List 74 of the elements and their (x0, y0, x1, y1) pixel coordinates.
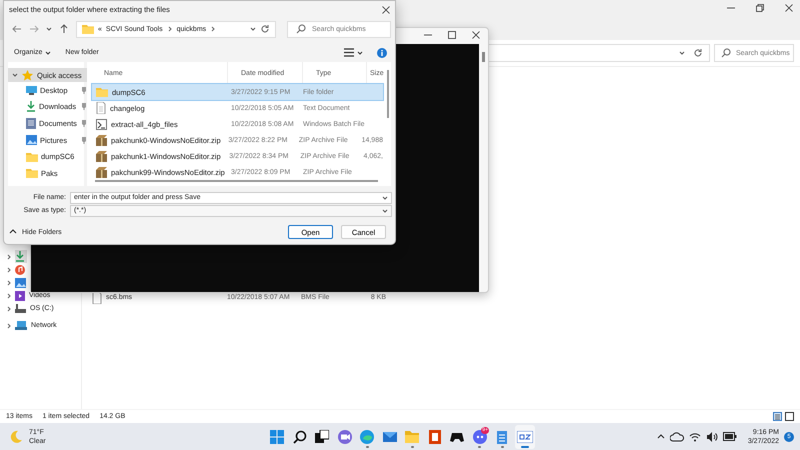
expand-icon (12, 72, 18, 78)
up-arrow-icon[interactable] (59, 24, 69, 34)
document-icon (26, 118, 36, 129)
refresh-icon (260, 24, 270, 34)
folder-icon (26, 168, 38, 178)
video-icon (15, 290, 25, 300)
music-icon (15, 264, 25, 274)
monitor-icon (26, 86, 37, 95)
maximize-icon[interactable] (447, 30, 457, 40)
notepad-icon (495, 430, 510, 444)
refresh-icon[interactable] (693, 48, 703, 58)
scrollbar-thumb[interactable] (95, 180, 378, 182)
folder-icon (96, 87, 108, 97)
expand-icon[interactable] (6, 292, 12, 298)
nav-item[interactable] (15, 276, 28, 289)
app-icon (516, 430, 533, 442)
volume-icon[interactable] (706, 432, 718, 442)
dropdown-icon (382, 194, 388, 200)
archive-icon (96, 134, 107, 146)
network-icon (15, 320, 27, 330)
picture-icon (15, 278, 26, 288)
scrollbar-thumb[interactable] (482, 52, 485, 62)
archive-icon (96, 150, 107, 162)
search-icon (296, 24, 306, 34)
tiles-view-icon[interactable] (785, 412, 794, 421)
close-icon[interactable] (471, 30, 481, 40)
scrollbar-thumb[interactable] (387, 70, 389, 118)
help-icon[interactable] (377, 48, 387, 58)
expand-icon[interactable] (6, 280, 12, 286)
download-icon (26, 101, 36, 112)
chat-icon (472, 430, 487, 444)
start-icon (270, 430, 284, 444)
close-icon[interactable] (784, 3, 794, 13)
close-icon[interactable] (381, 4, 391, 14)
folder-icon (26, 152, 38, 162)
dropdown-icon[interactable] (679, 50, 685, 56)
folder-icon (82, 24, 94, 34)
expand-icon[interactable] (6, 254, 12, 260)
star-icon (22, 70, 33, 80)
terminal-file-icon (96, 118, 107, 130)
cloud-icon[interactable] (670, 432, 684, 442)
drive-icon (15, 304, 26, 313)
search-icon (292, 430, 307, 444)
restore-icon[interactable] (755, 3, 765, 13)
battery-icon[interactable] (722, 432, 737, 441)
browser-icon (360, 430, 374, 444)
details-view-icon[interactable] (773, 412, 782, 421)
caret-icon (9, 228, 17, 236)
document-icon (96, 102, 106, 114)
download-icon (15, 251, 25, 262)
nav-item[interactable] (15, 263, 27, 276)
dropdown-icon[interactable] (46, 26, 52, 32)
expand-icon[interactable] (6, 306, 12, 312)
dropdown-icon (250, 26, 256, 32)
expand-icon[interactable] (6, 322, 12, 328)
chevron-icon (166, 26, 173, 32)
archive-icon (96, 166, 107, 178)
mail-icon (382, 430, 397, 444)
chevron-icon (210, 26, 216, 32)
back-icon[interactable] (12, 24, 22, 34)
caret-icon (45, 50, 52, 56)
folder-icon (405, 430, 420, 444)
dropdown-icon (382, 208, 388, 214)
tray-chevron-icon[interactable] (656, 432, 665, 440)
picture-icon (26, 135, 37, 146)
task-view-icon (315, 430, 330, 444)
view-menu-icon[interactable] (344, 48, 354, 57)
nav-item[interactable] (15, 250, 27, 263)
expand-icon[interactable] (6, 266, 12, 272)
wifi-icon[interactable] (688, 432, 701, 442)
search-icon (721, 48, 731, 58)
office-icon (428, 430, 442, 444)
caret-icon[interactable] (357, 50, 363, 56)
video-chat-icon (338, 430, 352, 444)
